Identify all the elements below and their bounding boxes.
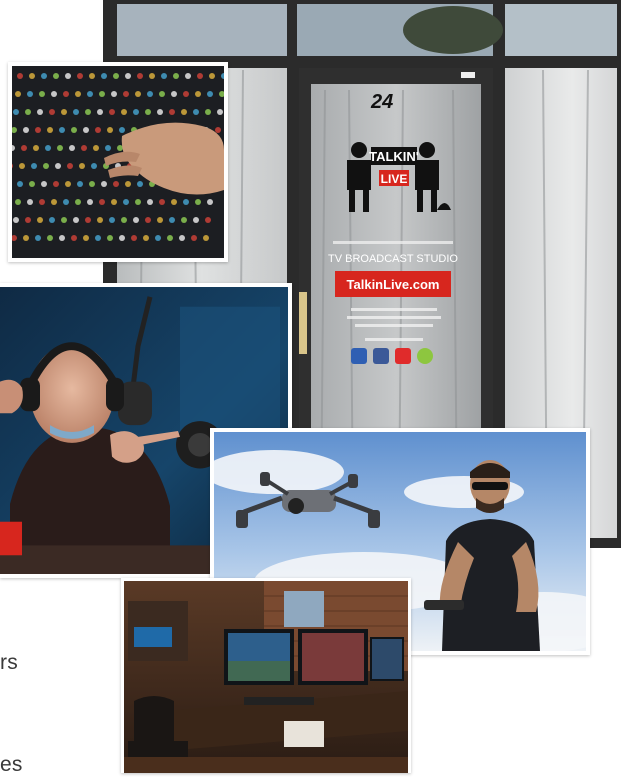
website-badge: TalkinLive.com — [347, 277, 440, 292]
facebook-icon — [373, 348, 389, 364]
logo-line2: LIVE — [381, 172, 408, 186]
studio-label: TV BROADCAST STUDIO — [328, 253, 458, 265]
clipped-body-text-1: rs — [0, 651, 18, 674]
clipped-body-text-2: es — [0, 753, 23, 776]
mixing-console-photo — [8, 62, 228, 262]
rumble-icon — [417, 348, 433, 364]
editing-studio-photo — [121, 578, 411, 773]
icon-social-1 — [351, 348, 367, 364]
logo-line1: TALKIN' — [369, 149, 419, 164]
door-number: 24 — [370, 91, 393, 113]
youtube-icon — [395, 348, 411, 364]
